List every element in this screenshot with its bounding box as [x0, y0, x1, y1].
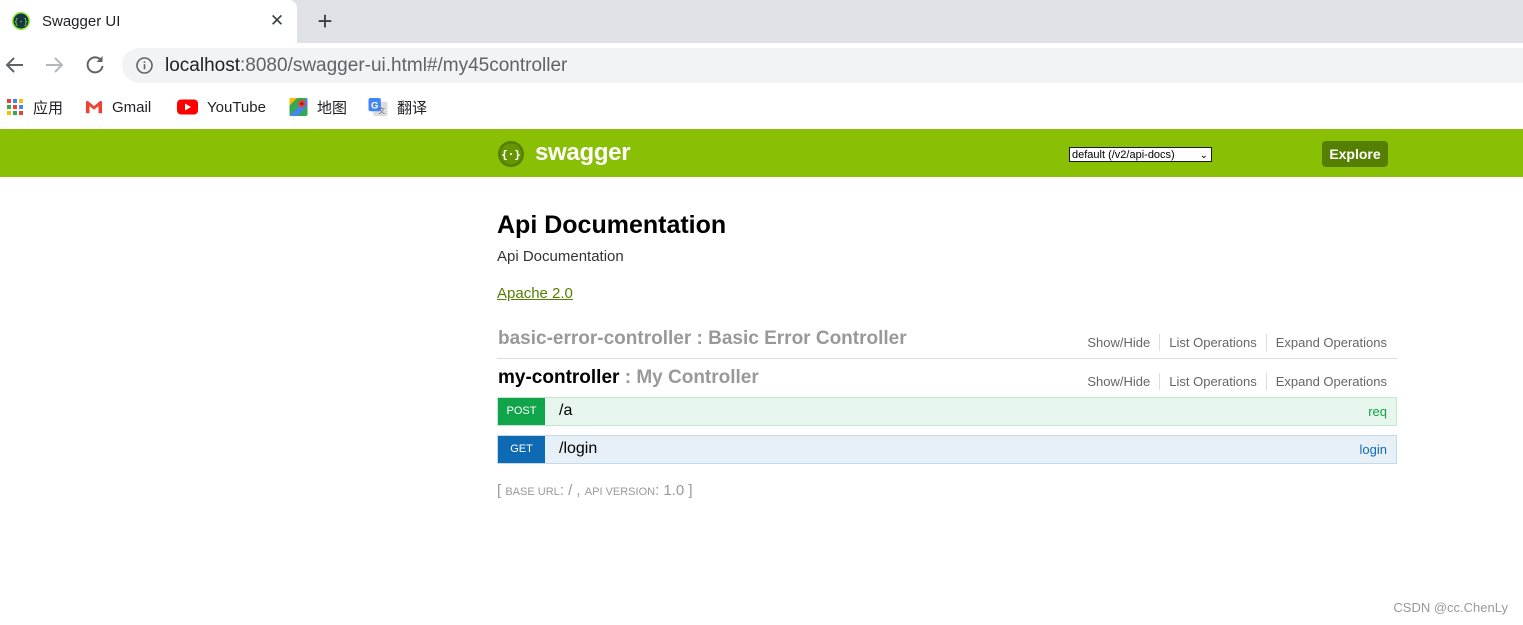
expand-operations-link[interactable]: Expand Operations: [1265, 334, 1387, 351]
api-version-value: : 1.0 ]: [655, 482, 693, 499]
list-operations-link[interactable]: List Operations: [1159, 334, 1265, 351]
info-icon[interactable]: [136, 57, 153, 74]
expand-operations-link[interactable]: Expand Operations: [1265, 373, 1387, 390]
resource-options: Show/Hide List Operations Expand Operati…: [1078, 373, 1387, 390]
url-text[interactable]: localhost:8080/swagger-ui.html#/my45cont…: [165, 55, 567, 77]
bookmark-youtube[interactable]: YouTube: [177, 96, 266, 118]
svg-text:文: 文: [378, 106, 385, 115]
url-path: :8080/swagger-ui.html#/my45controller: [240, 55, 568, 76]
svg-text:G: G: [371, 100, 378, 111]
bookmark-label: 地图: [317, 99, 348, 117]
address-bar[interactable]: localhost:8080/swagger-ui.html#/my45cont…: [122, 48, 1523, 83]
http-method-badge[interactable]: POST: [498, 398, 545, 425]
translate-icon: G 文: [368, 98, 388, 116]
license-link[interactable]: Apache 2.0: [497, 285, 573, 302]
resource-name[interactable]: my-controller: [498, 367, 619, 388]
bookmark-gmail[interactable]: Gmail: [85, 96, 151, 118]
back-arrow-icon[interactable]: [2, 52, 28, 78]
url-host: localhost: [165, 55, 240, 76]
swagger-logo-text[interactable]: swagger: [535, 139, 631, 167]
chevron-down-icon: ⌄: [1199, 150, 1208, 161]
resource-separator: :: [619, 367, 637, 388]
show-hide-link[interactable]: Show/Hide: [1078, 373, 1159, 390]
resource-divider: [497, 358, 1397, 359]
api-footer: [ base url: / , api version: 1.0 ]: [497, 482, 693, 499]
svg-text:{-}: {-}: [14, 17, 28, 26]
api-spec-selected: default (/v2/api-docs): [1072, 149, 1175, 161]
close-tab-icon[interactable]: ✕: [266, 10, 288, 32]
reload-icon[interactable]: [82, 52, 108, 78]
resource-description: Basic Error Controller: [708, 328, 907, 349]
operation-path[interactable]: /login: [559, 440, 597, 458]
resource-separator: :: [691, 328, 709, 349]
base-url-label: base url: [505, 486, 560, 498]
bookmark-translate[interactable]: G 文 翻译: [368, 96, 427, 118]
apps-grid-icon: [7, 99, 23, 115]
browser-toolbar: localhost:8080/swagger-ui.html#/my45cont…: [0, 43, 1523, 88]
operation-get-login[interactable]: GET /login login: [497, 435, 1397, 464]
bookmark-label: YouTube: [207, 98, 266, 116]
resource-options: Show/Hide List Operations Expand Operati…: [1078, 334, 1387, 351]
bookmarks-bar: 应用 Gmail YouTube 地图 G 文 翻译: [0, 88, 1523, 126]
api-version-label: api version: [584, 486, 656, 498]
explore-button[interactable]: Explore: [1322, 141, 1388, 167]
http-method-badge[interactable]: GET: [498, 436, 545, 463]
operation-path[interactable]: /a: [559, 402, 572, 420]
gmail-icon: [85, 100, 103, 114]
base-url-value: : / ,: [559, 482, 585, 499]
csdn-watermark: CSDN @cc.ChenLy: [1393, 600, 1508, 615]
operation-summary[interactable]: req: [1368, 404, 1387, 419]
new-tab-button[interactable]: +: [311, 7, 339, 35]
show-hide-link[interactable]: Show/Hide: [1078, 334, 1159, 351]
swagger-logo-icon[interactable]: {·}: [498, 141, 524, 167]
resource-heading[interactable]: my-controller : My Controller: [498, 367, 759, 389]
resource-heading[interactable]: basic-error-controller : Basic Error Con…: [498, 328, 907, 350]
svg-text:{·}: {·}: [501, 148, 521, 161]
resource-name[interactable]: basic-error-controller: [498, 328, 691, 349]
api-spec-select[interactable]: default (/v2/api-docs) ⌄: [1069, 147, 1212, 162]
operation-summary[interactable]: login: [1360, 442, 1387, 457]
bookmark-label: Gmail: [112, 98, 152, 116]
browser-tab[interactable]: {-} Swagger UI ✕: [0, 0, 297, 43]
list-operations-link[interactable]: List Operations: [1159, 373, 1265, 390]
api-description: Api Documentation: [497, 248, 624, 265]
maps-icon: [289, 98, 308, 116]
bookmark-apps[interactable]: 应用: [6, 96, 63, 118]
resource-description: My Controller: [636, 367, 759, 388]
tab-title: Swagger UI: [42, 13, 121, 30]
swagger-favicon-icon: {-}: [12, 12, 30, 30]
bookmark-label: 应用: [33, 99, 64, 117]
bookmark-label: 翻译: [397, 99, 428, 117]
tab-strip: {-} Swagger UI ✕ +: [0, 0, 1523, 43]
api-title: Api Documentation: [497, 211, 727, 239]
forward-arrow-icon[interactable]: [41, 52, 67, 78]
youtube-icon: [177, 99, 198, 115]
operation-post-a[interactable]: POST /a req: [497, 397, 1397, 426]
bookmark-maps[interactable]: 地图: [289, 96, 347, 118]
swagger-header: {·} swagger default (/v2/api-docs) ⌄ Exp…: [0, 129, 1523, 177]
